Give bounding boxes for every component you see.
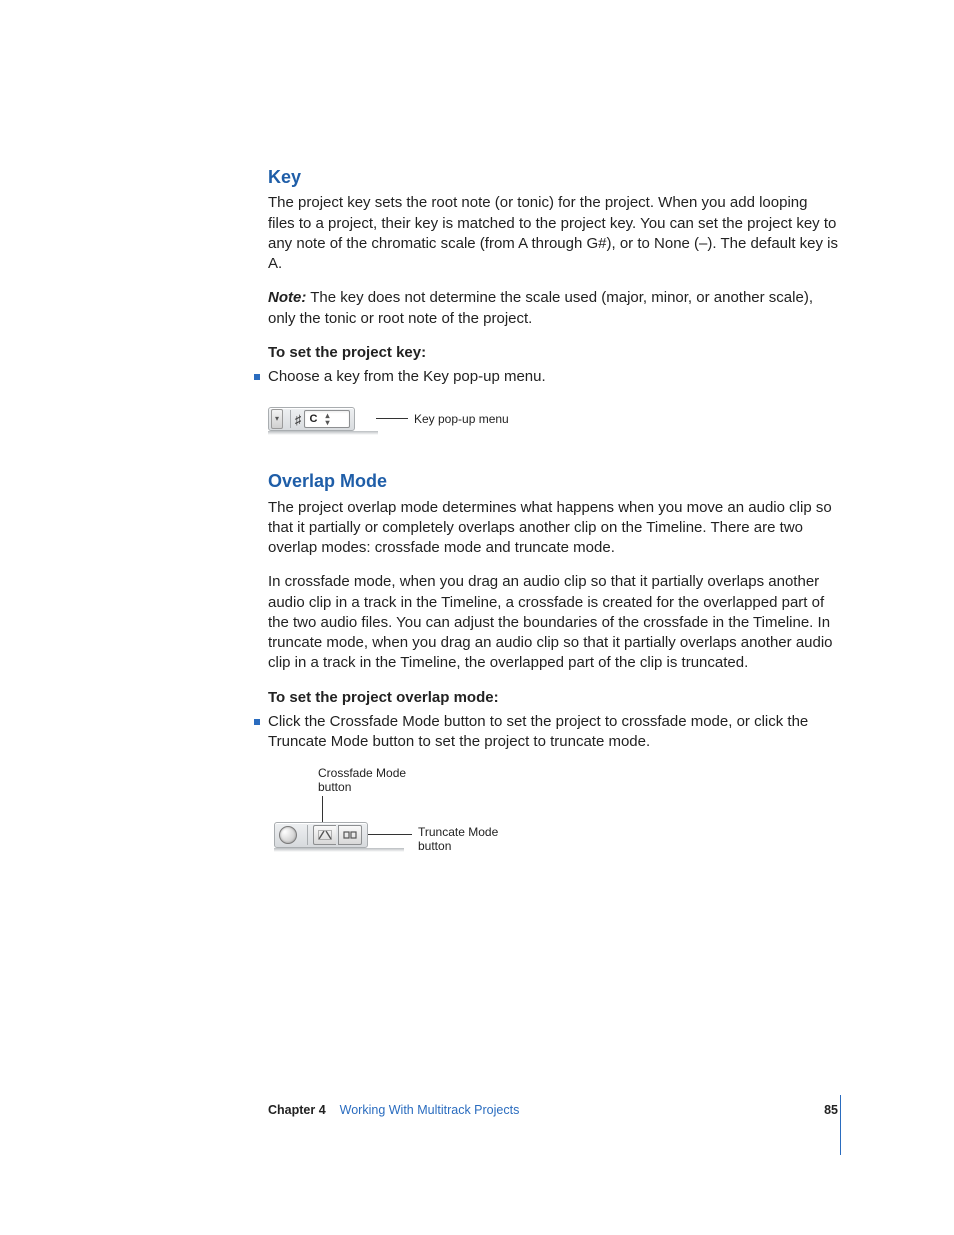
overlap-paragraph-1: The project overlap mode determines what… — [268, 498, 838, 559]
heading-key: Key — [268, 165, 838, 189]
truncate-callout-line2: button — [418, 839, 498, 853]
dropdown-stub[interactable]: ▾ — [271, 409, 283, 429]
crossfade-callout-line2: button — [318, 780, 406, 794]
stepper-arrows-icon: ▴▾ — [325, 412, 329, 426]
note-label: Note: — [268, 289, 306, 306]
page-footer: Chapter 4 Working With Multitrack Projec… — [268, 1102, 838, 1119]
callout-line — [322, 796, 323, 824]
heading-overlap: Overlap Mode — [268, 469, 838, 493]
figure-key-popup: ▾ ♯ C ▴▾ Key pop-up menu — [268, 401, 838, 441]
truncate-icon — [343, 830, 357, 840]
key-toolbar: ▾ ♯ C ▴▾ — [268, 407, 355, 431]
footer-rule — [840, 1095, 841, 1155]
key-bullet-1: Choose a key from the Key pop-up menu. — [268, 367, 838, 387]
truncate-callout-line1: Truncate Mode — [418, 825, 498, 839]
key-paragraph-1: The project key sets the root note (or t… — [268, 193, 838, 274]
overlap-bullet-1: Click the Crossfade Mode button to set t… — [268, 712, 838, 753]
separator — [307, 825, 308, 845]
truncate-callout: Truncate Mode button — [418, 825, 498, 853]
key-popup-value: C — [310, 412, 318, 427]
crossfade-icon — [318, 830, 332, 840]
sharp-icon: ♯ — [295, 411, 302, 429]
footer-title: Working With Multitrack Projects — [340, 1102, 520, 1119]
key-callout-label: Key pop-up menu — [414, 411, 509, 427]
crossfade-callout: Crossfade Mode button — [318, 766, 406, 794]
toolbar-shadow — [268, 431, 378, 435]
crossfade-mode-button[interactable] — [313, 825, 336, 845]
key-popup-menu[interactable]: C ▴▾ — [304, 410, 350, 428]
truncate-mode-button[interactable] — [338, 825, 362, 845]
note-text: The key does not determine the scale use… — [268, 289, 813, 326]
toolbar-shadow — [274, 848, 404, 852]
key-note: Note: The key does not determine the sca… — [268, 288, 838, 329]
crossfade-callout-line1: Crossfade Mode — [318, 766, 406, 780]
separator — [290, 410, 291, 428]
overlap-paragraph-2: In crossfade mode, when you drag an audi… — [268, 572, 838, 673]
overlap-instruction: To set the project overlap mode: — [268, 688, 838, 708]
figure-overlap-mode: Crossfade Mode button — [308, 766, 838, 886]
footer-page-number: 85 — [824, 1102, 838, 1119]
footer-chapter: Chapter 4 — [268, 1102, 326, 1119]
record-indicator[interactable] — [279, 826, 297, 844]
overlap-toolbar — [274, 822, 368, 848]
callout-line — [368, 834, 412, 835]
key-instruction: To set the project key: — [268, 343, 838, 363]
callout-line — [376, 418, 408, 419]
